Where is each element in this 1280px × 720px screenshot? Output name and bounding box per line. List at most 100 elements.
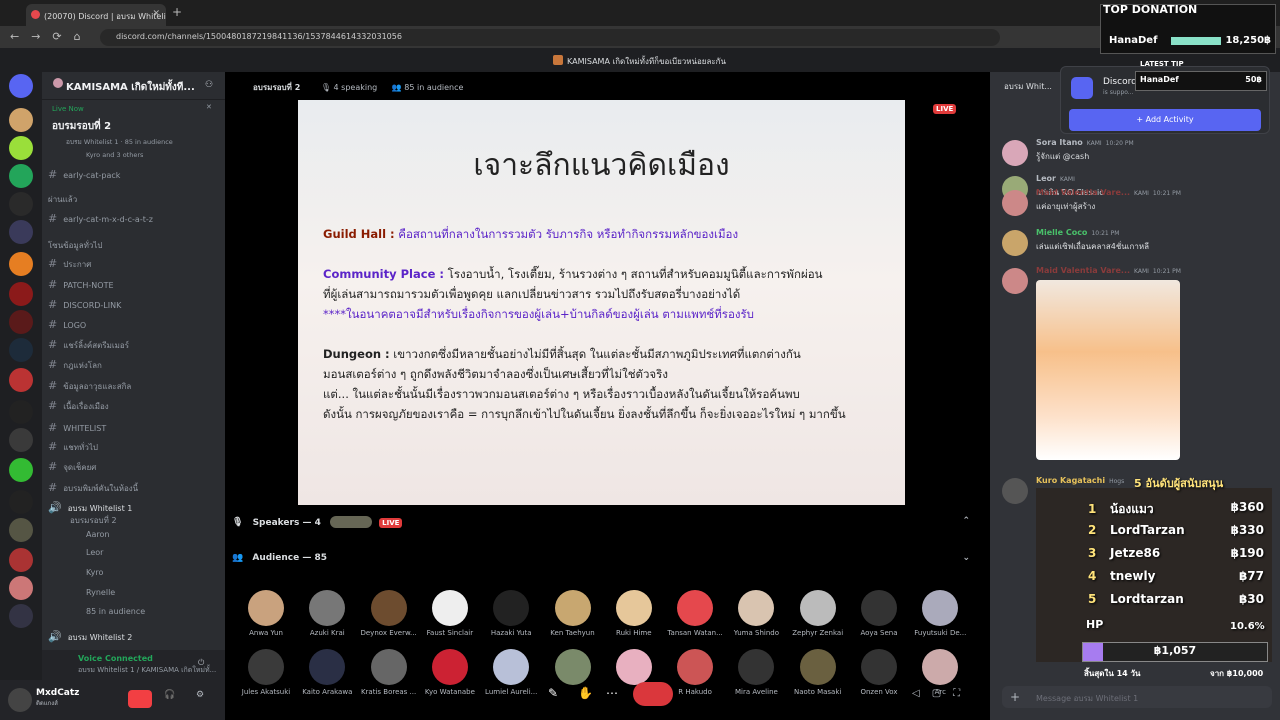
- stream-slide[interactable]: เจาะลึกแนวคิดเมือง Guild Hall : คือสถานท…: [298, 100, 905, 505]
- channel-cat[interactable]: ผ่านแล้ว: [48, 193, 220, 209]
- chevron-up-icon[interactable]: ⌃: [962, 516, 970, 526]
- server-icon[interactable]: [9, 490, 33, 514]
- mic-off-icon[interactable]: ✎: [548, 686, 558, 700]
- audience-member[interactable]: Tansan Watan...: [665, 590, 725, 637]
- voice-connected-panel[interactable]: Voice Connected อบรม Whitelist 1 / KAMIS…: [42, 650, 225, 680]
- close-tab-icon[interactable]: ✕: [152, 9, 160, 19]
- server-icon[interactable]: [9, 576, 33, 600]
- supporter-amount: ฿190: [1230, 546, 1264, 560]
- channel-vc[interactable]: 🔊 อบรม Whitelist 2: [48, 630, 220, 646]
- message-author[interactable]: Maid Valentia Vare...: [1036, 266, 1130, 275]
- audience-member[interactable]: Yuma Shindo: [726, 590, 786, 637]
- server-icon[interactable]: [9, 220, 33, 244]
- discord-home-icon[interactable]: [9, 74, 33, 98]
- audience-member[interactable]: Lumiel Aureli...: [481, 649, 541, 696]
- channel-ch[interactable]: # LOGO: [48, 318, 220, 334]
- server-icon[interactable]: [9, 164, 33, 188]
- server-icon[interactable]: [9, 548, 33, 572]
- message-author[interactable]: Sora Itano: [1036, 138, 1083, 147]
- live-now-card[interactable]: Live Now ✕ อบรมรอบที่ 2 อบรม Whitelist 1…: [46, 102, 220, 164]
- audience-member[interactable]: Kaito Arakawa: [297, 649, 357, 696]
- server-icon[interactable]: [9, 338, 33, 362]
- server-icon[interactable]: [9, 518, 33, 542]
- server-icon[interactable]: [9, 108, 33, 132]
- channel-ch[interactable]: # early-cat-m-x-d-c-a-t-z: [48, 212, 220, 228]
- audience-member[interactable]: Mira Aveline: [726, 649, 786, 696]
- audience-member[interactable]: Faust Sinclair: [420, 590, 480, 637]
- message-author[interactable]: Mielle Coco: [1036, 228, 1087, 237]
- new-tab-icon[interactable]: +: [172, 5, 182, 19]
- avatar[interactable]: [1002, 190, 1028, 216]
- audience-member[interactable]: Ken Taehyun: [543, 590, 603, 637]
- channel-ch[interactable]: # จุดเช็คยศ: [48, 460, 220, 476]
- raise-hand-icon[interactable]: ✋: [578, 686, 593, 700]
- server-icon[interactable]: [9, 604, 33, 628]
- role-tag: KAMI: [1134, 268, 1149, 275]
- server-icon[interactable]: [9, 458, 33, 482]
- leave-stage-button[interactable]: [633, 682, 673, 706]
- server-icon[interactable]: [9, 428, 33, 452]
- audience-member[interactable]: Naoto Masaki: [788, 649, 848, 696]
- stage-view-icons[interactable]: ◁▢⛶: [912, 688, 972, 699]
- channel-ch[interactable]: # แชร์ลิ้งค์สตรีมเมอร์: [48, 338, 220, 354]
- audience-member[interactable]: Ruki Hime: [604, 590, 664, 637]
- audience-member[interactable]: Onzen Vox: [849, 649, 909, 696]
- settings-gear-icon[interactable]: ⚙: [196, 690, 204, 700]
- server-icon[interactable]: [9, 192, 33, 216]
- audience-member[interactable]: Azuki Krai: [297, 590, 357, 637]
- server-icon[interactable]: [9, 282, 33, 306]
- activity-title: Discord: [1103, 77, 1137, 87]
- avatar[interactable]: [1002, 230, 1028, 256]
- message-input[interactable]: Message อบรม Whitelist 1: [1002, 686, 1272, 708]
- add-activity-button[interactable]: + Add Activity: [1069, 109, 1261, 131]
- close-icon[interactable]: ✕: [206, 103, 212, 111]
- audience-member[interactable]: Jules Akatsuki: [236, 649, 296, 696]
- audience-member[interactable]: Kyo Watanabe: [420, 649, 480, 696]
- nav-buttons[interactable]: ←→⟳⌂: [10, 30, 93, 43]
- audience-member[interactable]: Deynox Everw...: [359, 590, 419, 637]
- message-author[interactable]: Leor: [1036, 174, 1056, 183]
- channel-ch[interactable]: # เนื้อเรื่องเมือง: [48, 399, 220, 415]
- audience-member[interactable]: Hazaki Yuta: [481, 590, 541, 637]
- mute-icon[interactable]: [128, 690, 152, 708]
- channel-ch[interactable]: # กฎแห่งโลก: [48, 358, 220, 374]
- server-icon[interactable]: [9, 368, 33, 392]
- audience-member[interactable]: Kratis Boreas ...: [359, 649, 419, 696]
- anime-maid-image[interactable]: [1036, 280, 1180, 460]
- channel-cat[interactable]: โซนข้อมูลทั่วไป: [48, 239, 220, 255]
- audience-member[interactable]: Zephyr Zenkai: [788, 590, 848, 637]
- audience-member[interactable]: Anwa Yun: [236, 590, 296, 637]
- add-attachment-icon[interactable]: +: [1010, 690, 1020, 704]
- audience-member[interactable]: Aoya Sena: [849, 590, 909, 637]
- message-author[interactable]: Maid Valentia Vare...: [1036, 188, 1130, 197]
- chevron-down-icon[interactable]: ⌄: [962, 553, 970, 563]
- disconnect-icon[interactable]: ⏻: [198, 658, 204, 668]
- avatar[interactable]: [8, 688, 32, 712]
- avatar[interactable]: [1002, 140, 1028, 166]
- speakers-row[interactable]: 🎙 Speakers — 4 LIVE ⌃: [232, 516, 972, 536]
- add-friend-icon[interactable]: ⚇: [205, 80, 213, 90]
- server-icon[interactable]: [9, 136, 33, 160]
- headset-icon[interactable]: 🎧: [164, 690, 175, 700]
- channel-ch[interactable]: # แชททั่วไป: [48, 440, 220, 456]
- channel-ch[interactable]: # ข้อมูลอาวุธและสกิล: [48, 379, 220, 395]
- more-icon[interactable]: ⋯: [606, 686, 618, 700]
- message-author[interactable]: Kuro Kagatachi: [1036, 476, 1105, 485]
- server-icon[interactable]: [9, 252, 33, 276]
- channel-ch[interactable]: # ประกาศ: [48, 257, 220, 273]
- channel-ch[interactable]: # PATCH-NOTE: [48, 278, 220, 294]
- audience-row[interactable]: 👥 Audience — 85 ⌄: [232, 553, 972, 573]
- channel-ch[interactable]: # DISCORD-LINK: [48, 298, 220, 314]
- channel-ch[interactable]: # อบรมพิมพ์คันในห้องนี้: [48, 481, 220, 497]
- server-icon[interactable]: [9, 400, 33, 424]
- avatar[interactable]: [1002, 268, 1028, 294]
- channel-sub[interactable]: อบรมรอบที่ 2: [70, 514, 242, 530]
- channel-ch[interactable]: # WHITELIST: [48, 421, 220, 437]
- audience-member[interactable]: Fuyutsuki De...: [910, 590, 970, 637]
- avatar[interactable]: [1002, 478, 1028, 504]
- server-name-header[interactable]: KAMISAMA เกิดใหม่ทั้งที...: [42, 72, 225, 100]
- browser-tab[interactable]: (20070) Discord | อบรม Whitelist ✕: [26, 4, 166, 26]
- server-icon[interactable]: [9, 310, 33, 334]
- url-input[interactable]: discord.com/channels/1500480187219841136…: [100, 29, 1000, 46]
- channel-ch[interactable]: # early-cat-pack: [48, 168, 220, 184]
